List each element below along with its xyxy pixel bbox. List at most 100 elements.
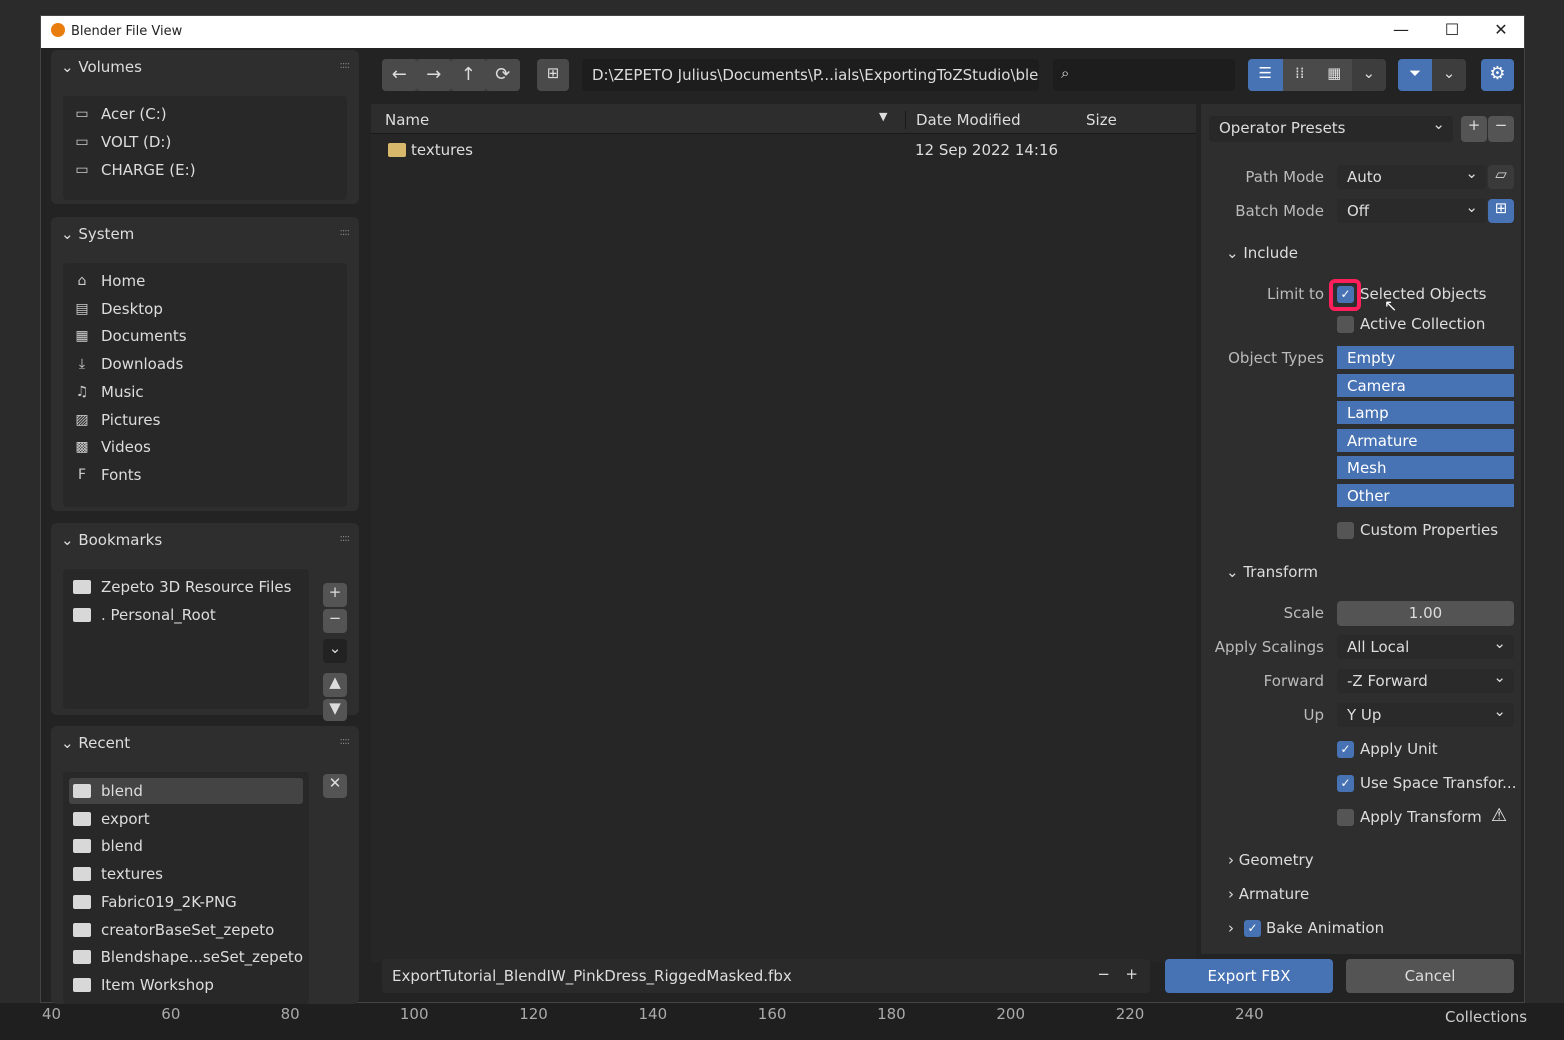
back-button[interactable]: ←: [382, 59, 417, 91]
column-size[interactable]: Size: [1086, 111, 1117, 129]
up-dropdown[interactable]: Y Up: [1337, 702, 1514, 727]
forward-dropdown[interactable]: -Z Forward: [1337, 668, 1514, 693]
path-mode-dropdown[interactable]: Auto: [1337, 164, 1486, 189]
system-item[interactable]: ▦ Documents: [73, 323, 186, 349]
file-row[interactable]: textures 12 Sep 2022 14:16: [371, 135, 1196, 163]
warning-icon: ⚠: [1491, 805, 1508, 826]
recent-item[interactable]: Blendshape...seSet_zepeto: [69, 944, 303, 970]
drag-handle-icon[interactable]: ::::: [340, 533, 351, 544]
remove-bookmark-button[interactable]: −: [323, 609, 347, 633]
system-item[interactable]: ⤓ Downloads: [73, 351, 184, 377]
recent-item[interactable]: Item Workshop: [69, 972, 303, 998]
volumes-header[interactable]: ⌄ Volumes: [61, 58, 142, 76]
bookmark-item[interactable]: Zepeto 3D Resource Files: [73, 574, 291, 600]
object-type-toggle[interactable]: Camera: [1337, 373, 1514, 399]
system-item[interactable]: F Fonts: [73, 462, 142, 488]
filename-input[interactable]: ExportTutorial_BlendIW_PinkDress_RiggedM…: [382, 959, 1150, 993]
export-fbx-button[interactable]: Export FBX: [1165, 959, 1333, 993]
volume-item[interactable]: ▭ VOLT (D:): [73, 129, 171, 155]
batch-own-dir-icon[interactable]: ⊞: [1488, 199, 1514, 223]
batch-mode-dropdown[interactable]: Off: [1337, 198, 1486, 223]
chevron-down-icon[interactable]: ⌄: [1352, 59, 1387, 91]
new-folder-button[interactable]: ⊞: [537, 59, 569, 91]
thumbnails-icon[interactable]: ▦: [1317, 59, 1352, 91]
bake-animation-section-header[interactable]: ›: [1228, 919, 1234, 937]
armature-section-header[interactable]: › Armature: [1228, 885, 1309, 903]
recent-header[interactable]: ⌄ Recent: [61, 734, 130, 752]
up-label: Up: [1303, 706, 1324, 724]
collections-label: Collections: [1445, 1008, 1528, 1026]
system-item[interactable]: ♫ Music: [73, 379, 144, 405]
move-down-button[interactable]: ▼: [323, 699, 347, 721]
vertical-list-icon[interactable]: ☰: [1248, 59, 1283, 91]
recent-item[interactable]: Fabric019_2K-PNG: [69, 889, 303, 915]
drive-icon: ▭: [75, 106, 89, 122]
forward-button[interactable]: →: [416, 59, 451, 91]
close-button[interactable]: ✕: [1486, 20, 1516, 39]
object-type-toggle[interactable]: Other: [1337, 484, 1514, 509]
volume-item[interactable]: ▭ CHARGE (E:): [73, 157, 195, 183]
system-item[interactable]: ▤ Desktop: [73, 296, 163, 322]
system-item[interactable]: ▩ Videos: [73, 434, 150, 460]
add-bookmark-button[interactable]: +: [323, 583, 347, 607]
include-section-header[interactable]: ⌄ Include: [1226, 244, 1298, 262]
geometry-section-header[interactable]: › Geometry: [1228, 851, 1314, 869]
increment-button[interactable]: +: [1125, 965, 1138, 983]
custom-properties-checkbox[interactable]: [1337, 522, 1354, 539]
sort-descending-icon[interactable]: ▼: [879, 110, 887, 123]
apply-transform-checkbox[interactable]: [1337, 809, 1354, 826]
column-name[interactable]: Name: [385, 111, 429, 129]
selected-objects-checkbox[interactable]: ✓: [1337, 286, 1354, 303]
chevron-down-icon[interactable]: ⌄: [1432, 59, 1466, 91]
timeline-tick-label: 220: [1115, 1005, 1145, 1023]
use-space-transform-checkbox[interactable]: ✓: [1337, 775, 1354, 792]
bake-animation-checkbox[interactable]: ✓: [1244, 920, 1261, 937]
gear-icon[interactable]: ⚙: [1481, 59, 1514, 91]
object-type-toggle[interactable]: Armature: [1337, 428, 1514, 454]
scale-field[interactable]: 1.00: [1337, 601, 1514, 626]
recent-item[interactable]: creatorBaseSet_zepeto: [69, 917, 303, 943]
transform-section-header[interactable]: ⌄ Transform: [1226, 563, 1318, 581]
active-collection-checkbox[interactable]: [1337, 316, 1354, 333]
move-up-button[interactable]: ▲: [323, 673, 347, 697]
object-type-toggle[interactable]: Lamp: [1337, 401, 1514, 427]
timeline-tick-label: 200: [996, 1005, 1026, 1023]
parent-directory-button[interactable]: ↑: [451, 59, 486, 91]
maximize-button[interactable]: ☐: [1437, 20, 1467, 39]
drag-handle-icon[interactable]: ::::: [340, 227, 351, 238]
bookmarks-title: Bookmarks: [78, 531, 163, 549]
apply-scalings-dropdown[interactable]: All Local: [1337, 634, 1514, 659]
path-input[interactable]: D:\ZEPETO Julius\Documents\P...ials\Expo…: [582, 59, 1039, 91]
drag-handle-icon[interactable]: ::::: [340, 60, 351, 71]
object-type-toggle[interactable]: Mesh: [1337, 456, 1514, 482]
recent-item[interactable]: blend: [69, 833, 303, 859]
recent-item[interactable]: textures: [69, 861, 303, 887]
minimize-button[interactable]: —: [1386, 20, 1416, 39]
embed-textures-icon[interactable]: ▱: [1488, 165, 1514, 189]
refresh-button[interactable]: ⟳: [485, 59, 520, 91]
home-icon: ⌂: [77, 273, 87, 289]
column-date[interactable]: Date Modified: [905, 111, 1021, 129]
cancel-button[interactable]: Cancel: [1346, 959, 1514, 993]
bookmarks-header[interactable]: ⌄ Bookmarks: [61, 531, 162, 549]
clear-recent-button[interactable]: ✕: [323, 774, 347, 798]
add-preset-button[interactable]: +: [1461, 116, 1487, 142]
decrement-button[interactable]: −: [1097, 965, 1110, 983]
filter-icon[interactable]: ⏷: [1398, 59, 1432, 91]
object-type-toggle[interactable]: Empty: [1337, 346, 1514, 371]
volume-item[interactable]: ▭ Acer (C:): [73, 101, 166, 127]
recent-item[interactable]: blend: [69, 778, 303, 804]
recent-item[interactable]: export: [69, 806, 303, 832]
remove-preset-button[interactable]: −: [1488, 116, 1514, 142]
operator-presets-dropdown[interactable]: Operator Presets: [1209, 115, 1453, 142]
search-input[interactable]: ⌕: [1053, 59, 1235, 91]
bookmark-menu-button[interactable]: ⌄: [323, 639, 347, 663]
system-item[interactable]: ⌂ Home: [73, 268, 146, 294]
apply-unit-checkbox[interactable]: ✓: [1337, 741, 1354, 758]
timeline-tick-label: 100: [399, 1005, 429, 1023]
horizontal-list-icon[interactable]: ⁞⁞: [1282, 59, 1317, 91]
system-header[interactable]: ⌄ System: [61, 225, 134, 243]
bookmark-item[interactable]: . Personal_Root: [73, 602, 216, 628]
system-item[interactable]: ▨ Pictures: [73, 407, 160, 433]
drag-handle-icon[interactable]: ::::: [340, 736, 351, 747]
